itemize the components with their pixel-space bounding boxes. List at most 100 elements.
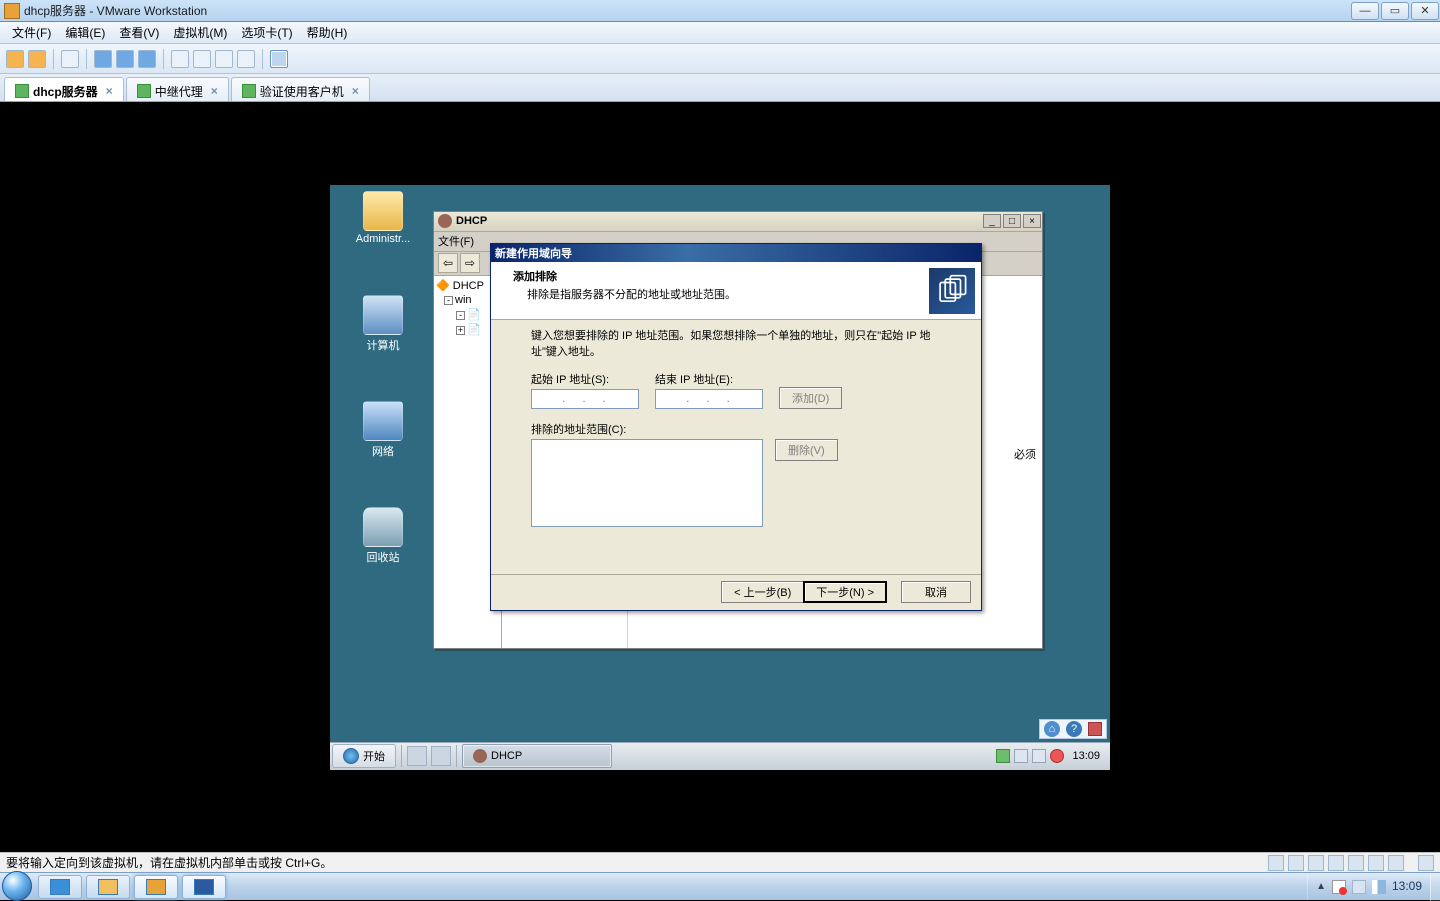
folder-icon xyxy=(363,191,403,231)
tray-alert-icon[interactable] xyxy=(1050,749,1064,763)
tray-volume-icon[interactable] xyxy=(1032,749,1046,763)
suspend-icon[interactable] xyxy=(61,50,79,68)
taskbar-vmware[interactable] xyxy=(134,875,178,899)
cancel-button[interactable]: 取消 xyxy=(901,581,971,603)
vm-tab-relay[interactable]: 中继代理 × xyxy=(126,77,229,101)
mmc-minimize-button[interactable]: _ xyxy=(983,214,1001,228)
host-clock[interactable]: 13:09 xyxy=(1392,880,1422,893)
next-button[interactable]: 下一步(N) > xyxy=(803,581,887,603)
wizard-footer: < 上一步(B) 下一步(N) > 取消 xyxy=(491,574,981,610)
view-thumbnail-icon[interactable] xyxy=(215,50,233,68)
dhcp-icon xyxy=(438,214,452,228)
menu-view[interactable]: 查看(V) xyxy=(113,22,165,43)
vm-viewport[interactable]: Administr... 计算机 网络 回收站 DHCP _ □ xyxy=(0,102,1440,852)
desktop-icon-network[interactable]: 网络 xyxy=(348,401,418,459)
snapshot-take-icon[interactable] xyxy=(94,50,112,68)
wizard-header: 添加排除 排除是指服务器不分配的地址或地址范围。 xyxy=(491,262,981,320)
host-minimize-button[interactable]: — xyxy=(1351,2,1379,20)
menu-vm[interactable]: 虚拟机(M) xyxy=(167,22,233,43)
monitor-icon[interactable]: ⌂ xyxy=(1044,721,1060,737)
vm-running-icon xyxy=(137,84,151,98)
icon-label: 回收站 xyxy=(348,549,418,565)
guest-taskbar: 开始 DHCP 13:09 xyxy=(330,742,1110,770)
guest-clock[interactable]: 13:09 xyxy=(1068,750,1104,762)
guest-system-tray: 13:09 xyxy=(990,749,1110,763)
tray-security-icon[interactable] xyxy=(1014,749,1028,763)
nav-back-icon[interactable]: ⇦ xyxy=(438,253,458,273)
network-icon[interactable] xyxy=(1352,880,1366,894)
device-floppy-icon[interactable] xyxy=(1308,855,1324,871)
menu-edit[interactable]: 编辑(E) xyxy=(59,22,111,43)
start-ip-input[interactable] xyxy=(531,389,639,409)
host-toolbar xyxy=(0,44,1440,74)
icon-label: 计算机 xyxy=(348,337,418,353)
network-icon xyxy=(363,401,403,441)
device-printer-icon[interactable] xyxy=(1388,855,1404,871)
power-off-icon[interactable] xyxy=(28,50,46,68)
device-cd-icon[interactable] xyxy=(1288,855,1304,871)
menu-tabs[interactable]: 选项卡(T) xyxy=(235,22,298,43)
tab-close-icon[interactable]: × xyxy=(352,84,359,98)
host-statusbar: 要将输入定向到该虚拟机，请在虚拟机内部单击或按 Ctrl+G。 xyxy=(0,852,1440,872)
device-usb-icon[interactable] xyxy=(1348,855,1364,871)
nav-forward-icon[interactable]: ⇨ xyxy=(460,253,480,273)
computer-icon xyxy=(363,295,403,335)
host-maximize-button[interactable]: ▭ xyxy=(1381,2,1409,20)
desktop-icon-administrator[interactable]: Administr... xyxy=(348,191,418,245)
wizard-titlebar[interactable]: 新建作用域向导 xyxy=(491,244,981,262)
add-button[interactable]: 添加(D) xyxy=(779,387,842,409)
desktop-icon-computer[interactable]: 计算机 xyxy=(348,295,418,353)
mmc-maximize-button[interactable]: □ xyxy=(1003,214,1021,228)
mmc-menu-file[interactable]: 文件(F) xyxy=(438,233,474,249)
taskbar-ie[interactable] xyxy=(38,875,82,899)
tab-close-icon[interactable]: × xyxy=(211,84,218,98)
delete-button[interactable]: 删除(V) xyxy=(775,439,838,461)
guest-desktop[interactable]: Administr... 计算机 网络 回收站 DHCP _ □ xyxy=(330,185,1110,770)
unity-icon[interactable] xyxy=(237,50,255,68)
action-center-icon[interactable] xyxy=(1332,880,1346,894)
back-button[interactable]: < 上一步(B) xyxy=(721,581,803,603)
excluded-range-label: 排除的地址范围(C): xyxy=(531,421,941,437)
vm-tab-label: 验证使用客户机 xyxy=(260,83,344,100)
taskbar-item-dhcp[interactable]: DHCP xyxy=(462,744,612,768)
host-taskbar: ▲ 13:09 xyxy=(0,872,1440,900)
host-close-button[interactable]: ✕ xyxy=(1411,2,1439,20)
host-start-orb[interactable] xyxy=(2,871,32,901)
tray-network-icon[interactable] xyxy=(996,749,1010,763)
taskbar-word[interactable] xyxy=(182,875,226,899)
fullscreen-icon[interactable] xyxy=(270,50,288,68)
tab-close-icon[interactable]: × xyxy=(106,84,113,98)
device-sound-icon[interactable] xyxy=(1368,855,1384,871)
help-icon[interactable]: ? xyxy=(1066,721,1082,737)
wizard-intro-text: 键入您想要排除的 IP 地址范围。如果您想排除一个单独的地址，则只在"起始 IP… xyxy=(531,328,941,361)
show-desktop-button[interactable] xyxy=(1430,873,1440,901)
tray-expand-icon[interactable]: ▲ xyxy=(1316,881,1326,892)
view-console-icon[interactable] xyxy=(193,50,211,68)
wizard-banner-icon xyxy=(929,268,975,314)
device-network-icon[interactable] xyxy=(1328,855,1344,871)
excluded-range-listbox[interactable] xyxy=(531,439,763,527)
security-shield-icon[interactable] xyxy=(1088,722,1102,736)
view-single-icon[interactable] xyxy=(171,50,189,68)
taskbar-explorer[interactable] xyxy=(86,875,130,899)
vm-tab-dhcp-server[interactable]: dhcp服务器 × xyxy=(4,77,124,101)
guest-start-button[interactable]: 开始 xyxy=(332,744,396,768)
vm-tab-client[interactable]: 验证使用客户机 × xyxy=(231,77,370,101)
power-on-icon[interactable] xyxy=(6,50,24,68)
snapshot-revert-icon[interactable] xyxy=(116,50,134,68)
menu-file[interactable]: 文件(F) xyxy=(6,22,57,43)
end-ip-input[interactable] xyxy=(655,389,763,409)
quick-launch-explorer[interactable] xyxy=(407,746,427,766)
mmc-titlebar[interactable]: DHCP _ □ × xyxy=(434,212,1042,232)
quick-launch-desktop[interactable] xyxy=(431,746,451,766)
wizard-body: 键入您想要排除的 IP 地址范围。如果您想排除一个单独的地址，则只在"起始 IP… xyxy=(491,320,981,574)
desktop-icon-recycle-bin[interactable]: 回收站 xyxy=(348,507,418,565)
wizard-header-desc: 排除是指服务器不分配的地址或地址范围。 xyxy=(513,284,911,302)
snapshot-manager-icon[interactable] xyxy=(138,50,156,68)
device-hdd-icon[interactable] xyxy=(1268,855,1284,871)
volume-icon[interactable] xyxy=(1372,880,1386,894)
icon-label: Administr... xyxy=(348,233,418,245)
menu-help[interactable]: 帮助(H) xyxy=(301,22,354,43)
message-log-icon[interactable] xyxy=(1418,855,1434,871)
mmc-close-button[interactable]: × xyxy=(1023,214,1041,228)
